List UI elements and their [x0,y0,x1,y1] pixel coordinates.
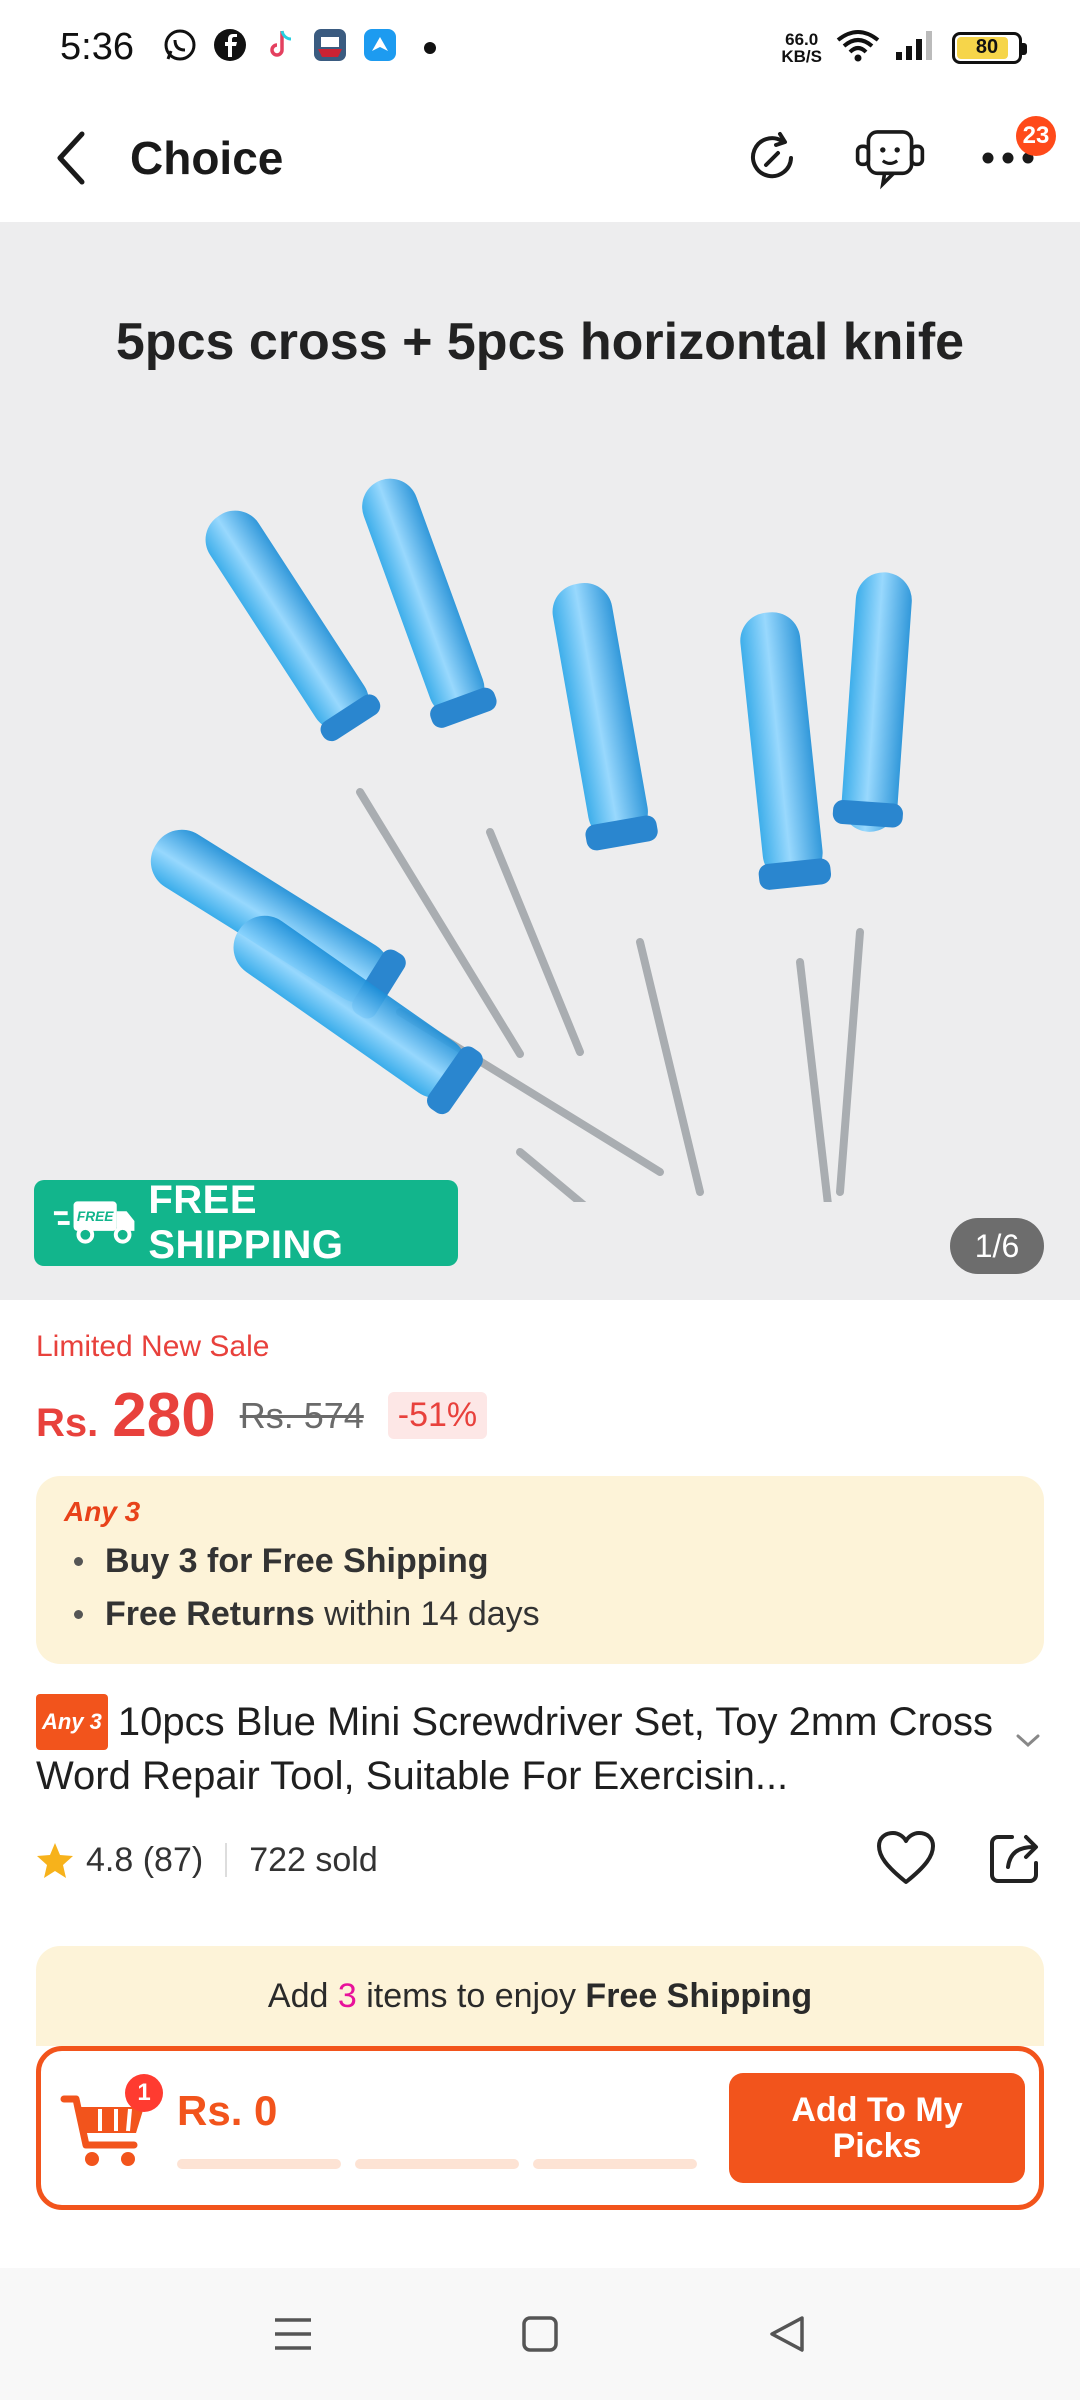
bullet-dot [74,1557,83,1566]
product-title-text: 10pcs Blue Mini Screwdriver Set, Toy 2mm… [36,1700,994,1798]
promo-tag: Any 3 [64,1496,141,1527]
status-bar: 5:36 66.0 KB/S 80 [0,0,1080,95]
banner-text-mid: items to enjoy [356,1977,586,2015]
star-icon [37,1843,73,1878]
network-speed-value: 66.0 [785,29,819,49]
wishlist-button[interactable] [876,1830,936,1891]
home-button[interactable] [500,2294,580,2374]
recent-apps-button[interactable] [253,2294,333,2374]
chevron-left-icon [57,131,85,184]
product-image-carousel[interactable]: 5pcs cross + 5pcs horizontal knife FREE … [0,222,1080,1300]
promo-box[interactable]: Any 3 Buy 3 for Free Shipping Free Retur… [36,1476,1044,1664]
promo-line-returns: Free Returns within 14 days [64,1595,1016,1634]
promo-shipping-text: Buy 3 for Free Shipping [105,1542,489,1580]
system-navigation-bar [0,2268,1080,2400]
more-options-button[interactable]: 23 [972,115,1056,194]
heart-icon [877,1830,935,1884]
progress-segment [355,2159,519,2169]
network-speed-unit: KB/S [781,46,822,66]
picks-progress-bar [177,2159,697,2169]
bullet-dot [74,1610,83,1619]
price-section: Limited New Sale Rs. 280 Rs. 574 -51% [36,1330,1044,1451]
banner-text-bold: Free Shipping [585,1977,813,2015]
promo-returns-bold: Free Returns [105,1595,315,1633]
svg-text:FREE: FREE [77,1209,114,1224]
image-pager: 1/6 [950,1218,1044,1274]
screwdriver-set-photo [150,478,912,1202]
ship-app-icon [312,27,348,68]
notification-icons [162,27,436,68]
tiktok-icon [262,27,298,68]
original-price: Rs. 574 [239,1394,364,1436]
signal-icon [894,28,938,67]
facebook-icon [212,27,248,68]
promo-line-shipping: Buy 3 for Free Shipping [64,1542,1016,1581]
product-title-section[interactable]: Any 3 10pcs Blue Mini Screwdriver Set, To… [36,1694,1044,1802]
any3-tag: Any 3 [36,1694,108,1750]
delivery-truck-icon: FREE [53,1201,135,1244]
menu-icon [275,2318,312,2350]
progress-segment [177,2159,341,2169]
share-button[interactable] [986,1829,1044,1892]
price-value: 280 [112,1381,216,1450]
notification-count-badge: 23 [1016,115,1056,156]
discount-badge: -51% [387,1392,488,1439]
free-shipping-badge: FREE FREE SHIPPING [34,1178,458,1267]
recent-history-button[interactable] [736,122,808,194]
triangle-back-icon [769,2316,804,2352]
wifi-icon [836,28,880,67]
current-price: Rs. 280 [36,1380,216,1451]
free-shipping-label: FREE SHIPPING [148,1178,344,1267]
picks-cart-button[interactable]: 1 [55,2074,163,2178]
status-time: 5:36 [60,26,134,68]
rating-value[interactable]: 4.8 (87) [86,1841,203,1880]
product-title: Any 3 10pcs Blue Mini Screwdriver Set, To… [36,1694,1044,1802]
sale-label: Limited New Sale [36,1330,270,1363]
rating-row: 4.8 (87) 722 sold [36,1820,1044,1900]
network-speed: 66.0 KB/S [781,31,822,65]
messenger-app-icon [362,27,398,68]
progress-segment [533,2159,697,2169]
chevron-down-icon [1016,1734,1040,1748]
back-button[interactable] [36,122,108,194]
top-navigation: Choice 23 [0,95,1080,220]
promo-returns-text: within 14 days [314,1595,540,1633]
whatsapp-icon [162,27,198,68]
more-notifications-dot [423,41,436,54]
my-picks-panel: 1 Rs. 0 Add To My Picks [36,2046,1044,2210]
divider [225,1843,228,1877]
sold-count: 722 sold [249,1840,378,1879]
picks-total: Rs. 0 [177,2087,278,2134]
items-needed-count: 3 [337,1977,357,2015]
free-shipping-progress-banner: Add 3 items to enjoy Free Shipping [36,1946,1044,2046]
add-to-my-picks-button[interactable]: Add To My Picks [729,2073,1025,2183]
square-icon [522,2316,558,2352]
image-caption: 5pcs cross + 5pcs horizontal knife [115,313,965,371]
price-currency: Rs. [36,1401,99,1445]
customer-service-button[interactable] [854,122,926,194]
system-back-button[interactable] [747,2294,827,2374]
page-title: Choice [130,131,284,184]
battery-icon: 80 [952,31,1027,64]
cart-count-badge: 1 [125,2074,163,2112]
banner-text-pre: Add [267,1977,338,2015]
expand-title-button[interactable] [1016,1734,1040,1753]
battery-level: 80 [975,36,999,58]
share-icon [990,1834,1038,1883]
history-icon [751,131,793,178]
support-agent-icon [855,129,925,189]
